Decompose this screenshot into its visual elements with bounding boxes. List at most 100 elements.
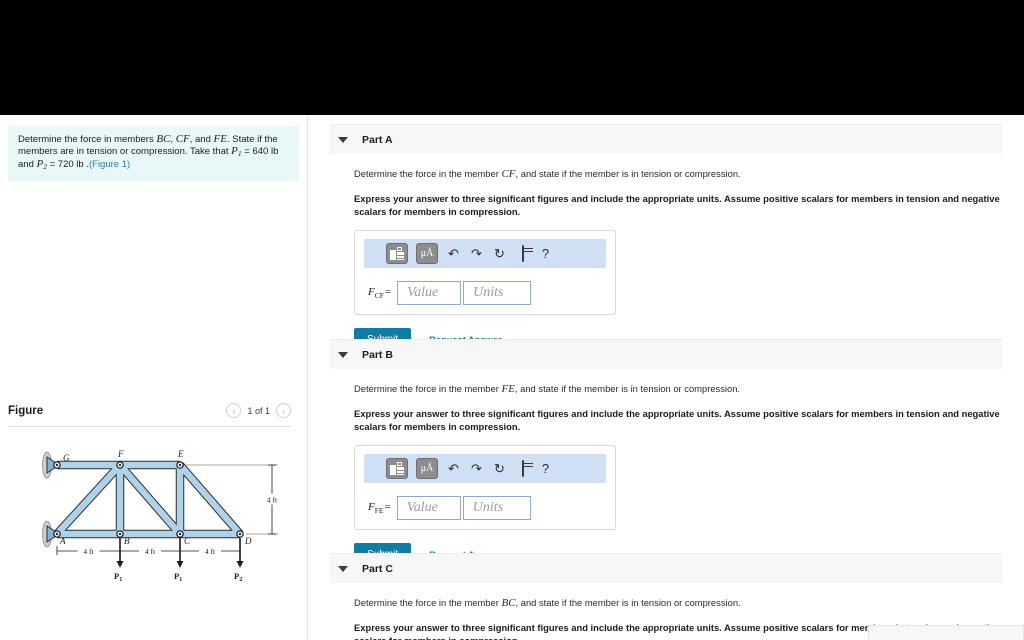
truss-member-AF — [54, 462, 123, 537]
part-a-header[interactable]: Part A — [330, 124, 1002, 154]
truss-node-label-E: E — [177, 449, 184, 459]
chevron-down-icon[interactable] — [338, 565, 348, 572]
help-icon[interactable]: ? — [538, 246, 553, 261]
part-b-answer-box: μÅ ↶ ↷ ↻ ? FFE= Value Units — [354, 445, 616, 530]
part-b-answer-row: FFE= Value Units — [364, 496, 606, 520]
truss-node-label-F: F — [117, 449, 124, 459]
load-arrow-head-D — [236, 561, 244, 568]
part-a-units-input[interactable]: Units — [463, 281, 532, 305]
redo-icon[interactable]: ↷ — [469, 461, 484, 477]
part-b-header[interactable]: Part B — [330, 339, 1002, 369]
load-label-C: P1 — [174, 571, 182, 583]
member-bc-symbol: BC — [156, 133, 171, 145]
dim-label-height: 4 ft — [267, 496, 278, 505]
load-label-sub-B: 1 — [119, 577, 122, 583]
load-arrow-head-C — [176, 561, 184, 568]
part-c-member-symbol: BC — [501, 597, 516, 609]
keyboard-icon[interactable] — [515, 245, 530, 262]
dim-label-span-3: 4 ft — [205, 547, 216, 556]
truss-joint-pin-C — [178, 532, 182, 536]
part-a-question: Determine the force in the member CF, an… — [354, 168, 1002, 180]
part-b-member-symbol: FE — [501, 383, 515, 395]
truss-member-ED — [177, 462, 243, 537]
load-label-sub-D: 2 — [239, 577, 242, 583]
figure-1-link[interactable]: (Figure 1) — [89, 159, 130, 170]
part-b-field-label: FFE= — [368, 500, 391, 516]
figure-prev-button[interactable]: ‹ — [226, 403, 242, 418]
left-panel: Determine the force in members BC, CF, a… — [0, 115, 307, 640]
part-a-label: Part A — [362, 133, 393, 146]
figure-pager: ‹ 1 of 1 › — [226, 403, 291, 418]
part-a-value-input[interactable]: Value — [397, 281, 462, 305]
part-c-answer-box-partial — [868, 625, 1024, 640]
undo-icon[interactable]: ↶ — [446, 461, 461, 477]
truss-joint-pin-A — [55, 532, 59, 536]
part-c-header[interactable]: Part C — [330, 553, 1002, 583]
figure-panel-title: Figure — [8, 405, 44, 417]
part-c-question-prefix: Determine the force in the member — [354, 597, 502, 608]
problem-sep-2: , and — [189, 134, 214, 145]
math-template-icon[interactable] — [386, 458, 408, 479]
truss-joint-pin-E — [178, 463, 182, 467]
part-a-question-suffix: , and state if the member is in tension … — [515, 168, 741, 179]
page-root: Determine the force in members BC, CF, a… — [0, 0, 1024, 640]
top-black-bar — [0, 0, 1024, 115]
reset-icon[interactable]: ↻ — [492, 246, 507, 262]
part-a-math-toolbar: μÅ ↶ ↷ ↻ ? — [364, 239, 606, 268]
units-icon[interactable]: μÅ — [416, 243, 438, 264]
p2-value: = 720 lb . — [46, 159, 89, 171]
member-cf-symbol: CF — [175, 133, 190, 145]
figure-page-counter: 1 of 1 — [247, 405, 270, 416]
truss-member-FC — [117, 462, 183, 537]
truss-joint-pin-B — [118, 532, 122, 536]
truss-node-label-G: G — [63, 453, 70, 463]
part-a-member-symbol: CF — [501, 168, 516, 180]
part-b-section: Part B Determine the force in the member… — [330, 339, 1002, 566]
right-panel: Part A Determine the force in the member… — [308, 115, 1024, 640]
truss-node-label-C: C — [184, 536, 191, 546]
truss-node-label-D: D — [244, 536, 252, 546]
part-b-question-prefix: Determine the force in the member — [354, 383, 502, 394]
problem-statement-box: Determine the force in members BC, CF, a… — [8, 126, 299, 181]
truss-node-label-A: A — [59, 536, 66, 546]
chevron-down-icon[interactable] — [338, 351, 348, 358]
keyboard-icon[interactable] — [515, 460, 530, 477]
redo-icon[interactable]: ↷ — [469, 246, 484, 262]
part-b-label: Part B — [362, 348, 393, 361]
truss-node-label-B: B — [124, 536, 130, 546]
part-b-question: Determine the force in the member FE, an… — [354, 383, 1002, 395]
truss-joint-pin-D — [238, 532, 242, 536]
part-c-question-suffix: , and state if the member is in tension … — [515, 597, 741, 608]
part-a-answer-row: FCF= Value Units — [364, 281, 606, 305]
part-a-section: Part A Determine the force in the member… — [330, 124, 1002, 351]
help-icon[interactable]: ? — [538, 461, 553, 476]
load-label-B: P1 — [114, 571, 122, 583]
part-b-math-toolbar: μÅ ↶ ↷ ↻ ? — [364, 454, 606, 483]
part-c-question: Determine the force in the member BC, an… — [354, 597, 1002, 609]
part-a-field-label: FCF= — [368, 285, 392, 301]
member-fe-symbol: FE — [213, 133, 227, 145]
truss-figure: G F E A B C D P1 P1 P2 4 ft 4 ft 4 ft 4 ft — [0, 445, 300, 625]
units-icon[interactable]: μÅ — [416, 458, 438, 479]
part-b-value-input[interactable]: Value — [396, 496, 461, 520]
figure-next-button[interactable]: › — [276, 403, 291, 418]
dim-label-span-2: 4 ft — [145, 547, 156, 556]
load-label-D: P2 — [234, 571, 242, 583]
part-a-answer-box: μÅ ↶ ↷ ↻ ? FCF= Value Units — [354, 230, 616, 315]
problem-text-start: Determine the force in members — [18, 134, 157, 145]
part-c-label: Part C — [362, 562, 393, 575]
load-arrow-head-B — [116, 561, 124, 568]
chevron-down-icon[interactable] — [338, 136, 348, 143]
problem-statement-text: Determine the force in members BC, CF, a… — [18, 133, 289, 173]
part-b-question-suffix: , and state if the member is in tension … — [514, 383, 741, 394]
part-a-body: Determine the force in the member CF, an… — [330, 154, 1002, 351]
part-a-instruction: Express your answer to three significant… — [354, 193, 1000, 217]
part-b-instruction: Express your answer to three significant… — [354, 408, 1000, 432]
math-template-icon[interactable] — [386, 243, 408, 264]
undo-icon[interactable]: ↶ — [446, 246, 461, 262]
part-b-body: Determine the force in the member FE, an… — [330, 369, 1002, 566]
figure-panel-header: Figure ‹ 1 of 1 › — [8, 400, 299, 434]
reset-icon[interactable]: ↻ — [492, 461, 507, 477]
part-b-units-input[interactable]: Units — [462, 496, 531, 520]
p1-symbol: P — [231, 144, 238, 157]
